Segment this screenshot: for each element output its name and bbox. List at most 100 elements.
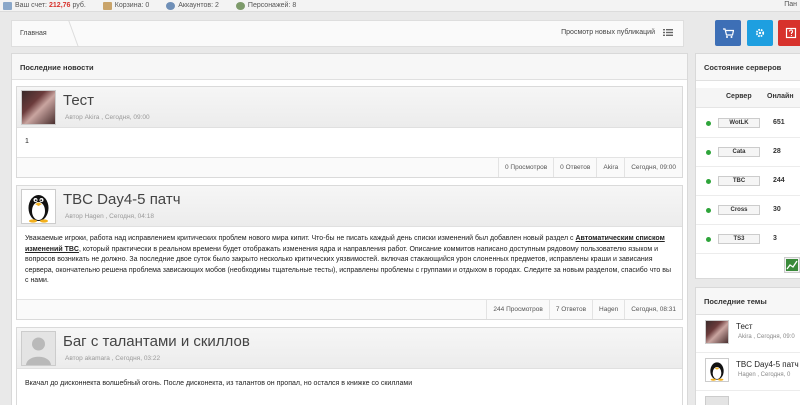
new-publications-label: Просмотр новых публикаций: [561, 29, 655, 36]
topic-title[interactable]: Тест: [736, 322, 753, 331]
post-header: TBC Day4-5 патч Автор Hagen , Сегодня, 0…: [17, 186, 682, 227]
anime-girl-avatar: [705, 320, 729, 344]
topic-row[interactable]: [705, 396, 729, 405]
account-label: Ваш счет:: [15, 2, 48, 9]
account-currency: руб.: [72, 2, 86, 9]
topic-row[interactable]: Тест Akira , Сегодня, 09:0: [696, 316, 800, 353]
penguin-icon: [28, 195, 49, 223]
panel-link[interactable]: Пан: [784, 1, 797, 8]
help-button[interactable]: [778, 20, 800, 46]
servers-table-header: Сервер Онлайн: [696, 88, 800, 108]
cart-label: Корзина: 0: [114, 2, 150, 9]
accounts-link[interactable]: Аккаунтов: 2: [166, 1, 219, 10]
col-online: Онлайн: [767, 93, 794, 100]
accounts-label: Аккаунтов: 2: [178, 2, 219, 9]
post-views: 0 Просмотров: [497, 158, 553, 177]
server-name[interactable]: TBC: [718, 176, 760, 186]
news-heading: Последние новости: [12, 54, 687, 80]
topic-row[interactable]: TBC Day4-5 патч Hagen , Сегодня, 0: [696, 354, 800, 391]
penguin-avatar[interactable]: [21, 189, 56, 224]
cart-link[interactable]: Корзина: 0: [102, 1, 150, 10]
status-online-icon: [706, 237, 711, 242]
post-time: Сегодня, 08:31: [624, 300, 682, 319]
server-row: Cata 28: [696, 138, 800, 167]
status-online-icon: [706, 150, 711, 155]
user-icon: [166, 1, 176, 10]
cart-button[interactable]: [715, 20, 741, 46]
characters-label: Персонажей: 8: [247, 2, 297, 9]
post-body: Уважаемые игроки, работа над исправление…: [17, 227, 682, 294]
server-row: TBC 244: [696, 167, 800, 196]
post-views: 244 Просмотров: [486, 300, 548, 319]
breadcrumb-home[interactable]: Главная: [20, 30, 47, 37]
status-online-icon: [706, 208, 711, 213]
news-post: Баг с талантами и скиллов Автор akamara …: [16, 327, 683, 405]
status-online-icon: [706, 179, 711, 184]
post-body-text: , который практически в реальном времени…: [25, 245, 671, 285]
post-header: Баг с талантами и скиллов Автор akamara …: [17, 328, 682, 369]
topic-title[interactable]: TBC Day4-5 патч: [736, 360, 799, 369]
server-online: 651: [773, 119, 785, 126]
post-replies[interactable]: 7 Ответов: [548, 300, 592, 319]
account-balance[interactable]: Ваш счет: 212,76 руб.: [3, 1, 86, 10]
post-body-text: Уважаемые игроки, работа над исправление…: [25, 235, 576, 242]
servers-heading: Состояние серверов: [696, 54, 800, 81]
top-bar: Ваш счет: 212,76 руб. Корзина: 0 Аккаунт…: [0, 0, 800, 12]
settings-button[interactable]: [747, 20, 773, 46]
news-post: TBC Day4-5 патч Автор Hagen , Сегодня, 0…: [16, 185, 683, 320]
wallet-icon: [3, 1, 12, 10]
status-online-icon: [706, 121, 711, 126]
post-title[interactable]: Баг с талантами и скиллов: [63, 333, 250, 350]
characters-link[interactable]: Персонажей: 8: [235, 1, 297, 10]
gear-icon: [755, 28, 765, 38]
breadcrumb-divider: [55, 20, 79, 47]
list-icon: [663, 29, 673, 36]
topic-meta: Akira , Сегодня, 09:0: [738, 334, 795, 340]
servers-panel: Состояние серверов Сервер Онлайн WotLK 6…: [695, 53, 800, 279]
server-online: 244: [773, 177, 785, 184]
col-server: Сервер: [726, 93, 752, 100]
topics-panel: Последние темы Тест Akira , Сегодня, 09:…: [695, 287, 800, 405]
server-row: Cross 30: [696, 196, 800, 225]
characters-icon: [235, 1, 245, 10]
post-title[interactable]: TBC Day4-5 патч: [63, 191, 181, 208]
user-silhouette-icon: [26, 337, 51, 365]
post-footer: 244 Просмотров 7 Ответов Hagen Сегодня, …: [17, 299, 682, 319]
cart-icon: [723, 28, 734, 38]
server-name[interactable]: WotLK: [718, 118, 760, 128]
new-publications-link[interactable]: Просмотр новых публикаций: [561, 29, 673, 36]
server-online: 3: [773, 235, 777, 242]
news-post: Тест Автор Akira , Сегодня, 09:00 1 0 Пр…: [16, 86, 683, 178]
server-row: WotLK 651: [696, 109, 800, 138]
penguin-avatar: [705, 358, 729, 382]
cart-icon: [102, 1, 112, 10]
post-header: Тест Автор Akira , Сегодня, 09:00: [17, 87, 682, 128]
server-name[interactable]: Cross: [718, 205, 760, 215]
server-online: 28: [773, 148, 781, 155]
anime-girl-avatar[interactable]: [21, 90, 56, 125]
topic-meta: Hagen , Сегодня, 0: [738, 372, 791, 378]
post-author[interactable]: Akira: [596, 158, 624, 177]
post-footer: 0 Просмотров 0 Ответов Akira Сегодня, 09…: [17, 157, 682, 177]
post-body: 1: [25, 138, 29, 145]
post-meta: Автор Akira , Сегодня, 09:00: [65, 114, 150, 121]
chart-icon: [786, 259, 798, 271]
server-online: 30: [773, 206, 781, 213]
post-time: Сегодня, 09:00: [624, 158, 682, 177]
server-name[interactable]: TS3: [718, 234, 760, 244]
stats-button[interactable]: [784, 257, 800, 273]
penguin-icon: [710, 362, 724, 381]
server-row: TS3 3: [696, 225, 800, 254]
account-value: 212,76: [49, 2, 71, 9]
post-meta: Автор Hagen , Сегодня, 04:18: [65, 213, 154, 220]
default-user-avatar[interactable]: [21, 331, 56, 366]
breadcrumb: Главная Просмотр новых публикаций: [11, 20, 684, 47]
server-name[interactable]: Cata: [718, 147, 760, 157]
post-title[interactable]: Тест: [63, 92, 94, 109]
topics-heading: Последние темы: [696, 288, 800, 315]
post-replies[interactable]: 0 Ответов: [553, 158, 596, 177]
post-meta: Автор akamara , Сегодня, 03:22: [65, 355, 161, 362]
post-body: Вкачал до дисконнекта волшебный огонь. П…: [25, 380, 413, 387]
post-author[interactable]: Hagen: [592, 300, 624, 319]
help-icon: [785, 27, 797, 39]
